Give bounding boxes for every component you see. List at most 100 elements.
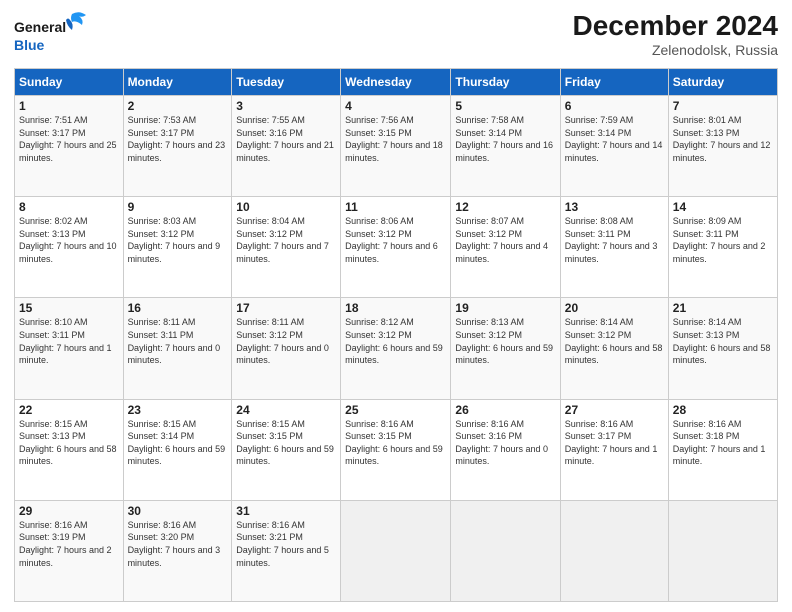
day-number: 8: [19, 200, 119, 214]
calendar-day-cell: 31Sunrise: 8:16 AMSunset: 3:21 PMDayligh…: [232, 500, 341, 601]
day-detail: Sunrise: 8:11 AMSunset: 3:11 PMDaylight:…: [128, 317, 221, 365]
svg-text:Blue: Blue: [14, 37, 45, 53]
calendar-day-cell: [341, 500, 451, 601]
day-detail: Sunrise: 7:56 AMSunset: 3:15 PMDaylight:…: [345, 115, 443, 163]
day-number: 6: [565, 99, 664, 113]
calendar-day-cell: 20Sunrise: 8:14 AMSunset: 3:12 PMDayligh…: [560, 298, 668, 399]
svg-text:General: General: [14, 19, 66, 35]
day-number: 20: [565, 301, 664, 315]
day-detail: Sunrise: 8:01 AMSunset: 3:13 PMDaylight:…: [673, 115, 771, 163]
day-detail: Sunrise: 8:02 AMSunset: 3:13 PMDaylight:…: [19, 216, 117, 264]
day-detail: Sunrise: 8:08 AMSunset: 3:11 PMDaylight:…: [565, 216, 658, 264]
day-number: 29: [19, 504, 119, 518]
calendar-day-cell: 4 Sunrise: 7:56 AMSunset: 3:15 PMDaylight…: [341, 96, 451, 197]
calendar-day-cell: 17Sunrise: 8:11 AMSunset: 3:12 PMDayligh…: [232, 298, 341, 399]
calendar-body: 1 Sunrise: 7:51 AMSunset: 3:17 PMDaylight…: [15, 96, 778, 602]
day-detail: Sunrise: 8:16 AMSunset: 3:19 PMDaylight:…: [19, 520, 112, 568]
day-detail: Sunrise: 7:59 AMSunset: 3:14 PMDaylight:…: [565, 115, 663, 163]
calendar-day-cell: 29 Sunrise: 8:16 AMSunset: 3:19 PMDayligh…: [15, 500, 124, 601]
day-detail: Sunrise: 8:16 AMSunset: 3:21 PMDaylight:…: [236, 520, 329, 568]
calendar-day-cell: 13 Sunrise: 8:08 AMSunset: 3:11 PMDayligh…: [560, 197, 668, 298]
day-detail: Sunrise: 8:16 AMSunset: 3:15 PMDaylight:…: [345, 419, 443, 467]
day-number: 13: [565, 200, 664, 214]
day-number: 9: [128, 200, 228, 214]
calendar-day-cell: 27 Sunrise: 8:16 AMSunset: 3:17 PMDayligh…: [560, 399, 668, 500]
day-number: 15: [19, 301, 119, 315]
day-detail: Sunrise: 8:14 AMSunset: 3:13 PMDaylight:…: [673, 317, 771, 365]
day-detail: Sunrise: 8:16 AMSunset: 3:17 PMDaylight:…: [565, 419, 658, 467]
day-number: 2: [128, 99, 228, 113]
calendar-day-header: Monday: [123, 69, 232, 96]
day-detail: Sunrise: 7:58 AMSunset: 3:14 PMDaylight:…: [455, 115, 553, 163]
day-number: 27: [565, 403, 664, 417]
calendar-day-cell: 3 Sunrise: 7:55 AMSunset: 3:16 PMDaylight…: [232, 96, 341, 197]
calendar-day-cell: 22Sunrise: 8:15 AMSunset: 3:13 PMDayligh…: [15, 399, 124, 500]
calendar-day-header: Wednesday: [341, 69, 451, 96]
day-detail: Sunrise: 8:11 AMSunset: 3:12 PMDaylight:…: [236, 317, 329, 365]
day-number: 14: [673, 200, 773, 214]
calendar-day-cell: 5 Sunrise: 7:58 AMSunset: 3:14 PMDaylight…: [451, 96, 560, 197]
calendar-day-cell: 16 Sunrise: 8:11 AMSunset: 3:11 PMDayligh…: [123, 298, 232, 399]
calendar-day-cell: 10Sunrise: 8:04 AMSunset: 3:12 PMDayligh…: [232, 197, 341, 298]
day-detail: Sunrise: 7:53 AMSunset: 3:17 PMDaylight:…: [128, 115, 226, 163]
calendar-day-header: Thursday: [451, 69, 560, 96]
day-detail: Sunrise: 8:03 AMSunset: 3:12 PMDaylight:…: [128, 216, 221, 264]
calendar-day-cell: 6 Sunrise: 7:59 AMSunset: 3:14 PMDaylight…: [560, 96, 668, 197]
day-detail: Sunrise: 8:04 AMSunset: 3:12 PMDaylight:…: [236, 216, 329, 264]
day-detail: Sunrise: 8:15 AMSunset: 3:14 PMDaylight:…: [128, 419, 226, 467]
calendar-day-cell: 18 Sunrise: 8:12 AMSunset: 3:12 PMDayligh…: [341, 298, 451, 399]
day-number: 21: [673, 301, 773, 315]
day-number: 1: [19, 99, 119, 113]
day-detail: Sunrise: 7:55 AMSunset: 3:16 PMDaylight:…: [236, 115, 334, 163]
day-detail: Sunrise: 8:06 AMSunset: 3:12 PMDaylight:…: [345, 216, 438, 264]
day-detail: Sunrise: 8:16 AMSunset: 3:16 PMDaylight:…: [455, 419, 548, 467]
day-detail: Sunrise: 8:09 AMSunset: 3:11 PMDaylight:…: [673, 216, 766, 264]
day-number: 5: [455, 99, 555, 113]
day-detail: Sunrise: 7:51 AMSunset: 3:17 PMDaylight:…: [19, 115, 117, 163]
day-detail: Sunrise: 8:12 AMSunset: 3:12 PMDaylight:…: [345, 317, 443, 365]
calendar-day-cell: [560, 500, 668, 601]
day-number: 19: [455, 301, 555, 315]
day-number: 26: [455, 403, 555, 417]
calendar-day-cell: 1 Sunrise: 7:51 AMSunset: 3:17 PMDaylight…: [15, 96, 124, 197]
day-number: 23: [128, 403, 228, 417]
calendar-day-cell: 30Sunrise: 8:16 AMSunset: 3:20 PMDayligh…: [123, 500, 232, 601]
day-number: 16: [128, 301, 228, 315]
calendar-day-cell: [668, 500, 777, 601]
calendar-day-cell: 23 Sunrise: 8:15 AMSunset: 3:14 PMDayligh…: [123, 399, 232, 500]
title-block: December 2024 Zelenodolsk, Russia: [573, 10, 778, 58]
day-detail: Sunrise: 8:07 AMSunset: 3:12 PMDaylight:…: [455, 216, 548, 264]
month-title: December 2024: [573, 10, 778, 42]
calendar-table: SundayMondayTuesdayWednesdayThursdayFrid…: [14, 68, 778, 602]
calendar-week-row: 1 Sunrise: 7:51 AMSunset: 3:17 PMDaylight…: [15, 96, 778, 197]
calendar-day-cell: 14 Sunrise: 8:09 AMSunset: 3:11 PMDayligh…: [668, 197, 777, 298]
calendar-day-cell: 21 Sunrise: 8:14 AMSunset: 3:13 PMDayligh…: [668, 298, 777, 399]
location-title: Zelenodolsk, Russia: [573, 42, 778, 58]
calendar-day-cell: 15 Sunrise: 8:10 AMSunset: 3:11 PMDayligh…: [15, 298, 124, 399]
day-number: 25: [345, 403, 446, 417]
calendar-day-cell: [451, 500, 560, 601]
header: General Blue December 2024 Zelenodolsk, …: [14, 10, 778, 60]
calendar-week-row: 29 Sunrise: 8:16 AMSunset: 3:19 PMDayligh…: [15, 500, 778, 601]
calendar-day-cell: 9 Sunrise: 8:03 AMSunset: 3:12 PMDaylight…: [123, 197, 232, 298]
calendar-week-row: 22Sunrise: 8:15 AMSunset: 3:13 PMDayligh…: [15, 399, 778, 500]
day-number: 28: [673, 403, 773, 417]
calendar-day-cell: 2 Sunrise: 7:53 AMSunset: 3:17 PMDaylight…: [123, 96, 232, 197]
calendar-day-cell: 11 Sunrise: 8:06 AMSunset: 3:12 PMDayligh…: [341, 197, 451, 298]
day-number: 4: [345, 99, 446, 113]
day-number: 3: [236, 99, 336, 113]
calendar-day-header: Tuesday: [232, 69, 341, 96]
calendar-day-cell: 26 Sunrise: 8:16 AMSunset: 3:16 PMDayligh…: [451, 399, 560, 500]
day-detail: Sunrise: 8:10 AMSunset: 3:11 PMDaylight:…: [19, 317, 112, 365]
calendar-day-header: Friday: [560, 69, 668, 96]
day-number: 12: [455, 200, 555, 214]
day-detail: Sunrise: 8:15 AMSunset: 3:13 PMDaylight:…: [19, 419, 117, 467]
calendar-header-row: SundayMondayTuesdayWednesdayThursdayFrid…: [15, 69, 778, 96]
day-number: 11: [345, 200, 446, 214]
logo: General Blue: [14, 10, 74, 60]
calendar-day-cell: 25 Sunrise: 8:16 AMSunset: 3:15 PMDayligh…: [341, 399, 451, 500]
day-number: 30: [128, 504, 228, 518]
calendar-day-cell: 7Sunrise: 8:01 AMSunset: 3:13 PMDaylight…: [668, 96, 777, 197]
day-number: 18: [345, 301, 446, 315]
calendar-day-header: Saturday: [668, 69, 777, 96]
